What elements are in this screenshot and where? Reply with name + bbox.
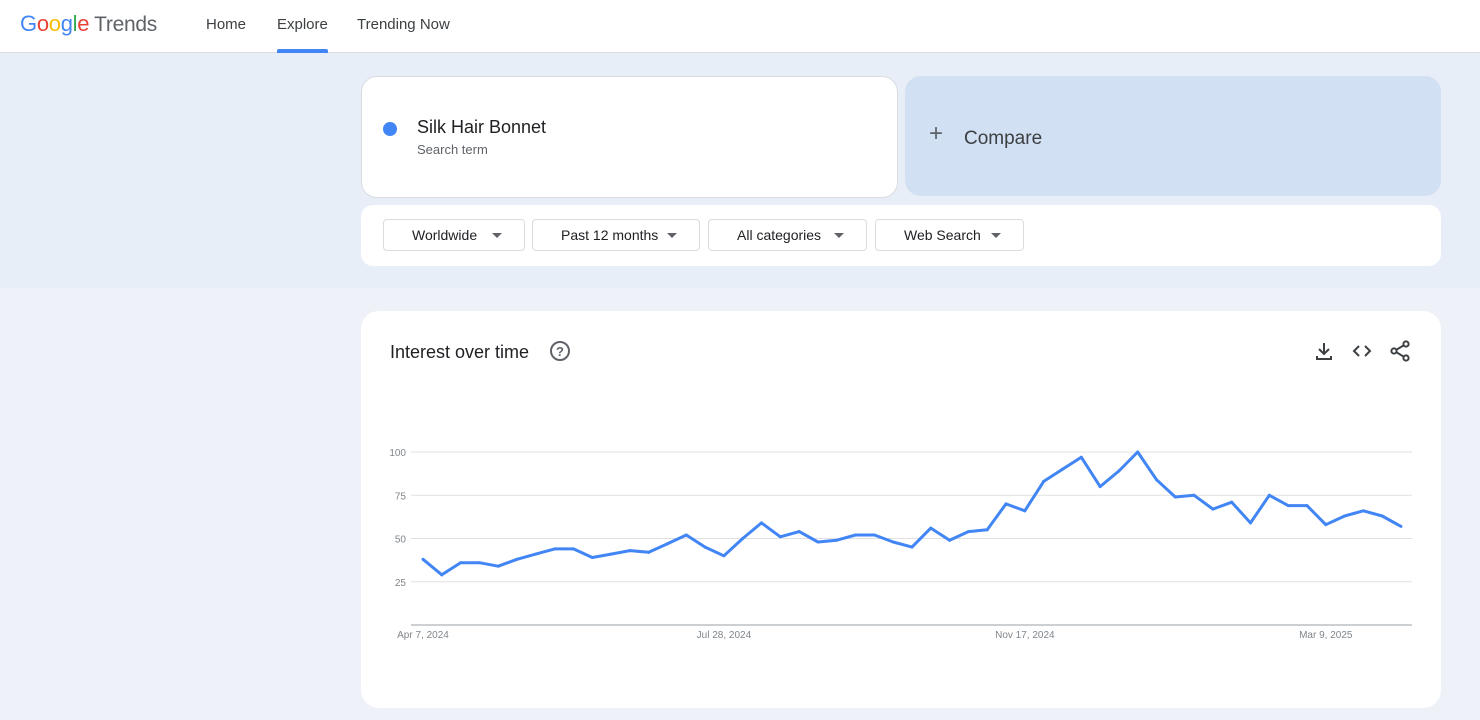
time-range-value: Past 12 months bbox=[561, 227, 659, 243]
x-tick-label: Mar 9, 2025 bbox=[1299, 630, 1353, 641]
data-point[interactable] bbox=[778, 535, 782, 539]
data-point[interactable] bbox=[440, 573, 444, 577]
data-point[interactable] bbox=[835, 538, 839, 542]
data-point[interactable] bbox=[647, 550, 651, 554]
data-point[interactable] bbox=[985, 528, 989, 532]
region-dropdown[interactable]: Worldwide bbox=[383, 219, 525, 251]
data-point[interactable] bbox=[534, 552, 538, 556]
data-point[interactable] bbox=[477, 561, 481, 565]
data-point[interactable] bbox=[966, 530, 970, 534]
logo-trends-text: Trends bbox=[94, 13, 157, 36]
data-point[interactable] bbox=[816, 540, 820, 544]
x-tick-label: Jul 28, 2024 bbox=[697, 630, 752, 641]
logo-letter: o bbox=[36, 11, 49, 36]
data-point[interactable] bbox=[760, 521, 764, 525]
data-point[interactable] bbox=[571, 547, 575, 551]
data-point[interactable] bbox=[1361, 509, 1365, 513]
data-point[interactable] bbox=[553, 547, 557, 551]
nav-trending-now[interactable]: Trending Now bbox=[357, 16, 450, 33]
y-tick-label: 75 bbox=[395, 491, 407, 502]
interest-line-chart: 100 75 50 25 Apr 7, 2024 Jul 28, 2024 Nov 17, … bbox=[389, 448, 1412, 641]
data-point[interactable] bbox=[684, 533, 688, 537]
data-point[interactable] bbox=[628, 549, 632, 553]
top-nav-bar: Google Trends Home Explore Trending Now bbox=[0, 0, 1480, 53]
caret-down-icon bbox=[991, 233, 1001, 238]
series-line[interactable] bbox=[422, 450, 1402, 577]
data-point[interactable] bbox=[797, 530, 801, 534]
data-point[interactable] bbox=[1380, 514, 1384, 518]
data-point[interactable] bbox=[1042, 479, 1046, 483]
data-point[interactable] bbox=[948, 538, 952, 542]
data-point[interactable] bbox=[1343, 514, 1347, 518]
data-point[interactable] bbox=[1023, 509, 1027, 513]
search-term-card[interactable]: Silk Hair Bonnet Search term bbox=[361, 76, 898, 198]
data-point[interactable] bbox=[872, 533, 876, 537]
data-point[interactable] bbox=[1230, 500, 1234, 504]
data-point[interactable] bbox=[421, 557, 425, 561]
google-trends-logo[interactable]: Google Trends bbox=[20, 11, 157, 37]
search-property-dropdown[interactable]: Web Search bbox=[875, 219, 1024, 251]
data-point[interactable] bbox=[1004, 502, 1008, 506]
data-point[interactable] bbox=[891, 540, 895, 544]
data-point[interactable] bbox=[590, 556, 594, 560]
logo-letter: g bbox=[60, 11, 73, 36]
logo-letter: G bbox=[20, 11, 37, 36]
search-property-value: Web Search bbox=[904, 227, 981, 243]
data-point[interactable] bbox=[1079, 455, 1083, 459]
nav-explore[interactable]: Explore bbox=[277, 16, 328, 33]
data-point[interactable] bbox=[1305, 504, 1309, 508]
data-point[interactable] bbox=[722, 554, 726, 558]
nav-home[interactable]: Home bbox=[206, 16, 246, 33]
plus-icon: + bbox=[929, 120, 944, 147]
data-point[interactable] bbox=[609, 552, 613, 556]
logo-letter: e bbox=[77, 11, 90, 36]
data-point[interactable] bbox=[929, 526, 933, 530]
data-point[interactable] bbox=[1211, 507, 1215, 511]
data-point[interactable] bbox=[1286, 504, 1290, 508]
region-value: Worldwide bbox=[412, 227, 478, 243]
data-point[interactable] bbox=[854, 533, 858, 537]
compare-button[interactable]: + Compare bbox=[905, 76, 1441, 196]
data-point[interactable] bbox=[1249, 521, 1253, 525]
time-range-dropdown[interactable]: Past 12 months bbox=[532, 219, 700, 251]
caret-down-icon bbox=[834, 233, 844, 238]
data-point[interactable] bbox=[459, 561, 463, 565]
category-value: All categories bbox=[737, 227, 822, 243]
data-point[interactable] bbox=[703, 545, 707, 549]
data-point[interactable] bbox=[1192, 493, 1196, 497]
data-point[interactable] bbox=[1399, 524, 1403, 528]
interest-over-time-card: Interest over time ? 100 75 50 25 Apr 7, 202… bbox=[361, 311, 1441, 708]
data-point[interactable] bbox=[910, 545, 914, 549]
data-point[interactable] bbox=[1136, 450, 1140, 454]
y-tick-label: 100 bbox=[389, 448, 406, 459]
data-point[interactable] bbox=[496, 564, 500, 568]
caret-down-icon bbox=[492, 233, 502, 238]
y-tick-label: 25 bbox=[395, 578, 407, 589]
x-tick-label: Apr 7, 2024 bbox=[397, 630, 449, 641]
data-point[interactable] bbox=[741, 537, 745, 540]
data-point[interactable] bbox=[515, 557, 519, 561]
logo-letter: o bbox=[48, 11, 61, 36]
term-color-dot bbox=[383, 122, 397, 136]
data-point[interactable] bbox=[1155, 478, 1158, 482]
data-point[interactable] bbox=[1117, 469, 1121, 473]
y-tick-label: 50 bbox=[395, 535, 407, 546]
data-point[interactable] bbox=[1098, 485, 1102, 489]
caret-down-icon bbox=[667, 233, 677, 238]
data-point[interactable] bbox=[1060, 467, 1064, 471]
category-dropdown[interactable]: All categories bbox=[708, 219, 867, 251]
data-point[interactable] bbox=[666, 542, 669, 546]
search-term-type: Search term bbox=[417, 142, 488, 157]
compare-label: Compare bbox=[964, 128, 1043, 149]
data-point[interactable] bbox=[1173, 495, 1177, 499]
data-point[interactable] bbox=[1267, 493, 1271, 497]
filters-bar: Worldwide Past 12 months All categories … bbox=[361, 205, 1441, 266]
data-point[interactable] bbox=[1324, 523, 1328, 527]
search-term-name[interactable]: Silk Hair Bonnet bbox=[417, 117, 546, 138]
x-tick-label: Nov 17, 2024 bbox=[995, 630, 1055, 641]
